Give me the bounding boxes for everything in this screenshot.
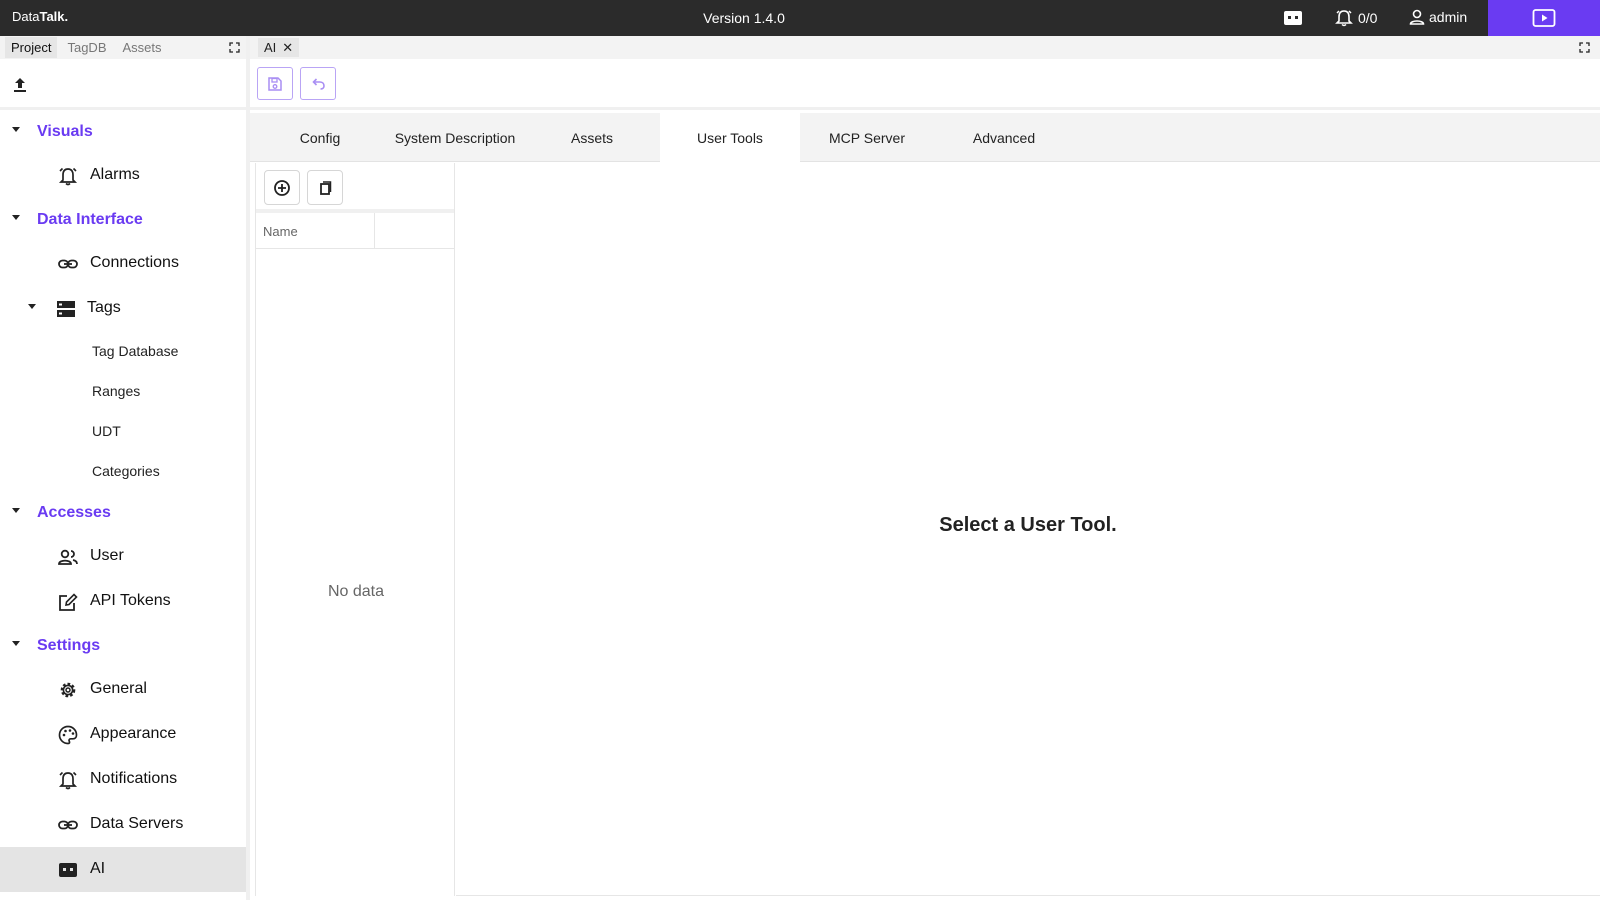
- tab-assets[interactable]: Assets: [522, 113, 662, 162]
- alarm-indicator[interactable]: 0/0: [1334, 8, 1377, 27]
- sidebar-item-api-tokens[interactable]: API Tokens: [0, 579, 250, 624]
- list-toolbar: [256, 163, 454, 213]
- database-icon: [57, 301, 75, 317]
- caret-down-icon: [12, 641, 20, 646]
- tab-config[interactable]: Config: [250, 113, 390, 162]
- sidebar-item-user[interactable]: User: [0, 534, 250, 579]
- add-tool-button[interactable]: [264, 170, 300, 205]
- sidebar-item-appearance[interactable]: Appearance: [0, 712, 250, 757]
- editor-tab-label: AI: [264, 40, 277, 55]
- edit-token-icon: [59, 593, 78, 611]
- editor-panel: AI ✕ Config System Description Assets Us…: [250, 36, 1600, 900]
- user-menu[interactable]: admin: [1408, 8, 1467, 26]
- sidebar-item-categories[interactable]: Categories: [0, 451, 250, 491]
- ai-chat-icon[interactable]: [1283, 9, 1303, 27]
- play-screen-icon: [1532, 9, 1556, 27]
- list-header: Name: [256, 213, 454, 249]
- tab-advanced[interactable]: Advanced: [934, 113, 1074, 162]
- sidebar-item-connections[interactable]: Connections: [0, 241, 250, 286]
- tab-user-tools[interactable]: User Tools: [660, 113, 800, 163]
- caret-down-icon: [28, 304, 36, 309]
- alarm-count: 0/0: [1358, 9, 1378, 26]
- ai-chat-icon: [59, 863, 77, 877]
- user-tools-list: Name No data: [255, 163, 455, 896]
- sidebar-item-tag-database[interactable]: Tag Database: [0, 331, 250, 371]
- tab-assets[interactable]: Assets: [117, 37, 168, 58]
- close-icon[interactable]: ✕: [282, 40, 293, 56]
- top-bar: DataTalk. Version 1.4.0 0/0 admin: [0, 0, 1600, 36]
- project-sidebar: Project TagDB Assets Visuals Alarms Data…: [0, 36, 250, 900]
- caret-down-icon: [12, 215, 20, 220]
- editor-toolbar: [250, 59, 1600, 110]
- ai-config-tabs: Config System Description Assets User To…: [250, 113, 1600, 163]
- link-icon: [58, 820, 78, 830]
- user-tool-detail: Select a User Tool.: [456, 163, 1600, 896]
- copy-icon: [320, 180, 332, 195]
- expand-icon[interactable]: [229, 42, 240, 53]
- empty-state-text: No data: [327, 583, 385, 600]
- link-icon: [58, 259, 78, 269]
- sidebar-item-udt[interactable]: UDT: [0, 411, 250, 451]
- group-data-interface[interactable]: Data Interface: [0, 198, 250, 241]
- alarm-bell-icon: [58, 167, 78, 186]
- add-circle-icon: [274, 179, 290, 196]
- sidebar-item-ai[interactable]: AI: [0, 847, 250, 892]
- sidebar-item-data-servers[interactable]: Data Servers: [0, 802, 250, 847]
- undo-button[interactable]: [300, 67, 336, 100]
- group-accesses[interactable]: Accesses: [0, 491, 250, 534]
- sidebar-item-ranges[interactable]: Ranges: [0, 371, 250, 411]
- user-icon: [1409, 9, 1425, 25]
- tab-tagdb[interactable]: TagDB: [61, 37, 112, 58]
- caret-down-icon: [12, 508, 20, 513]
- users-icon: [58, 549, 78, 565]
- save-icon: [268, 76, 282, 91]
- tab-project[interactable]: Project: [5, 37, 58, 58]
- sidebar-toolbar: [0, 59, 250, 110]
- caret-down-icon: [12, 127, 20, 132]
- palette-icon: [58, 725, 78, 745]
- sidebar-item-notifications[interactable]: Notifications: [0, 757, 250, 802]
- group-visuals[interactable]: Visuals: [0, 110, 250, 153]
- column-separator[interactable]: [374, 213, 375, 249]
- undo-icon: [312, 77, 325, 90]
- sidebar-item-general[interactable]: General: [0, 667, 250, 712]
- gear-icon: [60, 682, 76, 698]
- user-name: admin: [1429, 9, 1468, 25]
- editor-tab-ai[interactable]: AI ✕: [258, 38, 300, 57]
- version-label: Version 1.4.0: [703, 10, 785, 26]
- alarm-bell-icon: [58, 771, 78, 790]
- group-settings[interactable]: Settings: [0, 624, 250, 667]
- sidebar-item-alarms[interactable]: Alarms: [0, 153, 250, 198]
- save-button[interactable]: [257, 67, 293, 100]
- run-preview-button[interactable]: [1488, 0, 1600, 36]
- detail-placeholder: Select a User Tool.: [939, 514, 1117, 536]
- sidebar-tabs: Project TagDB Assets: [0, 36, 250, 59]
- copy-tool-button[interactable]: [307, 170, 343, 205]
- sidebar-item-tags[interactable]: Tags: [0, 286, 250, 331]
- column-name-header[interactable]: Name: [263, 224, 298, 239]
- tab-mcp-server[interactable]: MCP Server: [797, 113, 937, 162]
- expand-icon[interactable]: [1579, 42, 1590, 53]
- upload-icon[interactable]: [12, 76, 28, 94]
- alarm-bell-icon: [1335, 10, 1353, 27]
- editor-tab-bar: AI ✕: [250, 36, 1600, 59]
- project-tree: Visuals Alarms Data Interface Connection…: [0, 110, 250, 892]
- tab-system-description[interactable]: System Description: [385, 113, 525, 162]
